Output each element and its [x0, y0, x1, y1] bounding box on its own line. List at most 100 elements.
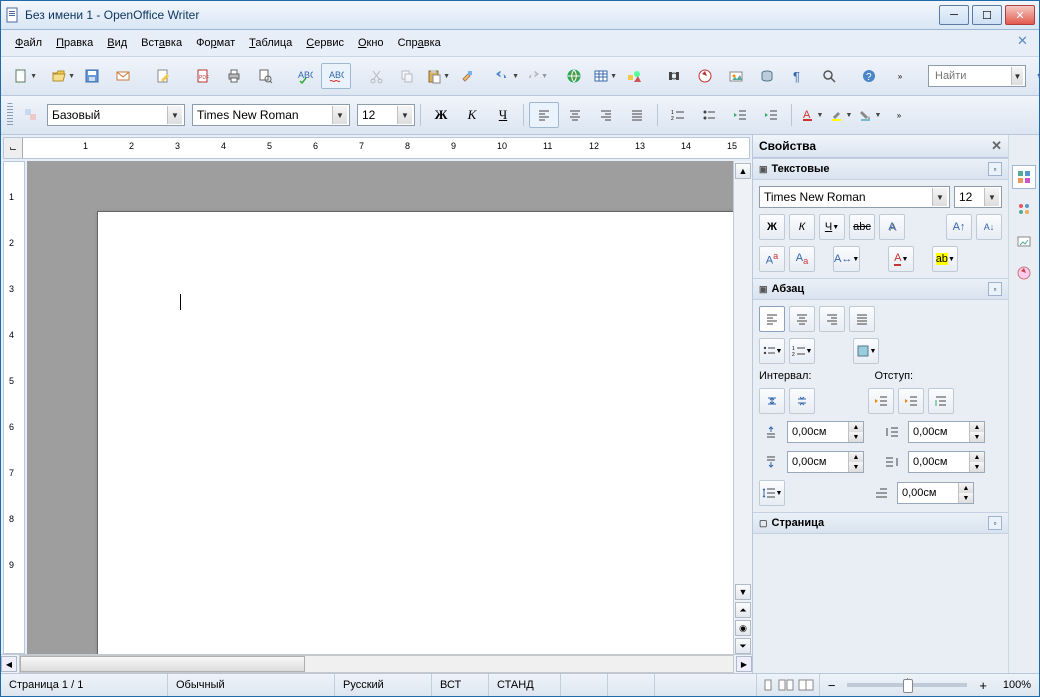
menu-window[interactable]: Окно — [352, 35, 390, 51]
spellcheck-button[interactable]: ABC — [290, 63, 320, 89]
paragraph-style-combo[interactable]: Базовый▼ — [47, 104, 185, 126]
format-paintbrush-button[interactable] — [452, 63, 482, 89]
menu-table[interactable]: Таблица — [243, 35, 298, 51]
status-selection-mode[interactable]: СТАНД — [489, 674, 561, 696]
more-options-icon[interactable]: ▫ — [988, 516, 1002, 530]
sb-align-center-button[interactable] — [789, 306, 815, 332]
indent-first-input[interactable]: ▲▼ — [897, 482, 974, 504]
close-button[interactable]: ✕ — [1005, 5, 1035, 25]
print-preview-button[interactable] — [250, 63, 280, 89]
menu-file[interactable]: Файл — [9, 35, 48, 51]
bullet-list-button[interactable] — [694, 102, 724, 128]
export-pdf-button[interactable]: PDF — [188, 63, 218, 89]
document-close-icon[interactable]: ✕ — [1017, 33, 1031, 47]
section-paragraph[interactable]: ▣ Абзац ▫ — [753, 278, 1008, 300]
zoom-button[interactable] — [814, 63, 844, 89]
sb-superscript-button[interactable]: Aa — [759, 246, 785, 272]
data-sources-button[interactable] — [752, 63, 782, 89]
scroll-down-icon[interactable]: ▼ — [735, 584, 751, 600]
find-next-button[interactable] — [1027, 63, 1040, 89]
sb-numbering-button[interactable]: 12▼ — [789, 338, 815, 364]
sb-font-combo[interactable]: Times New Roman▼ — [759, 186, 950, 208]
more-options-icon[interactable]: ▫ — [988, 282, 1002, 296]
sb-highlight-button[interactable]: ab▼ — [932, 246, 958, 272]
nonprinting-chars-button[interactable]: ¶ — [783, 63, 813, 89]
scroll-up-icon[interactable]: ▲ — [735, 163, 751, 179]
zoom-value[interactable]: 100% — [991, 679, 1031, 691]
section-page[interactable]: ▢ Страница ▫ — [753, 512, 1008, 534]
gallery-tab-icon[interactable] — [1012, 229, 1036, 253]
status-language[interactable]: Русский — [335, 674, 432, 696]
horizontal-scrollbar[interactable]: ◀ ▶ — [1, 654, 752, 673]
zoom-out-icon[interactable]: − — [828, 678, 836, 693]
table-insert-button[interactable]: ▼ — [590, 63, 618, 89]
font-color-button[interactable]: A▼ — [797, 102, 825, 128]
menu-edit[interactable]: Правка — [50, 35, 99, 51]
find-input[interactable] — [933, 69, 1007, 83]
numbered-list-button[interactable]: 12 — [663, 102, 693, 128]
more-options-icon[interactable]: ▫ — [988, 162, 1002, 176]
sb-align-justify-button[interactable] — [849, 306, 875, 332]
gallery-button[interactable] — [721, 63, 751, 89]
toolbar-overflow-icon[interactable]: » — [885, 63, 915, 89]
highlight-color-button[interactable]: ▼ — [826, 102, 854, 128]
collapse-icon[interactable]: ▣ — [759, 164, 768, 175]
sb-hanging-indent-button[interactable] — [928, 388, 954, 414]
status-insert-mode[interactable]: ВСТ — [432, 674, 489, 696]
font-name-combo[interactable]: Times New Roman▼ — [192, 104, 350, 126]
book-view-icon[interactable] — [797, 678, 815, 692]
show-draw-button[interactable] — [619, 63, 649, 89]
sb-bullets-button[interactable]: ▼ — [759, 338, 785, 364]
decrease-indent-button[interactable] — [725, 102, 755, 128]
menu-insert[interactable]: Вставка — [135, 35, 188, 51]
nav-object-icon[interactable]: ◉ — [735, 620, 751, 636]
save-button[interactable] — [77, 63, 107, 89]
paste-button[interactable]: ▼ — [423, 63, 451, 89]
status-page[interactable]: Страница 1 / 1 — [1, 674, 168, 696]
hyperlink-button[interactable] — [559, 63, 589, 89]
minimize-button[interactable]: ─ — [939, 5, 969, 25]
sb-font-color-button[interactable]: A▼ — [888, 246, 914, 272]
menu-format[interactable]: Формат — [190, 35, 241, 51]
navigator-tab-icon[interactable] — [1012, 261, 1036, 285]
line-spacing-button[interactable]: ▼ — [759, 480, 785, 506]
page-viewport[interactable] — [27, 161, 733, 654]
properties-tab-icon[interactable] — [1012, 165, 1036, 189]
zoom-in-icon[interactable]: + — [979, 678, 987, 693]
align-center-button[interactable] — [560, 102, 590, 128]
single-page-icon[interactable] — [761, 678, 775, 692]
sb-bgcolor-button[interactable]: ▼ — [853, 338, 879, 364]
horizontal-ruler[interactable]: ⌙ 123456789101112131415 — [3, 137, 750, 159]
sb-dec-spacing-button[interactable] — [789, 388, 815, 414]
font-size-combo[interactable]: 12▼ — [357, 104, 415, 126]
view-layout-buttons[interactable] — [757, 674, 820, 696]
open-button[interactable]: ▼ — [48, 63, 76, 89]
sb-strike-button[interactable]: abc — [849, 214, 875, 240]
spacing-below-input[interactable]: ▲▼ — [787, 451, 864, 473]
styles-tab-icon[interactable] — [1012, 197, 1036, 221]
increase-indent-button[interactable] — [756, 102, 786, 128]
scroll-thumb[interactable] — [20, 656, 305, 672]
format-overflow-icon[interactable]: » — [884, 102, 914, 128]
sb-align-right-button[interactable] — [819, 306, 845, 332]
sb-size-combo[interactable]: 12▼ — [954, 186, 1002, 208]
indent-right-input[interactable]: ▲▼ — [908, 451, 985, 473]
menu-tools[interactable]: Сервис — [300, 35, 350, 51]
scroll-left-icon[interactable]: ◀ — [1, 656, 17, 672]
sb-grow-font-button[interactable]: A↑ — [946, 214, 972, 240]
edit-file-button[interactable] — [148, 63, 178, 89]
align-left-button[interactable] — [529, 102, 559, 128]
sb-char-spacing-button[interactable]: A↔▼ — [833, 246, 860, 272]
align-right-button[interactable] — [591, 102, 621, 128]
sb-underline-button[interactable]: Ч▼ — [819, 214, 845, 240]
vertical-scrollbar[interactable]: ▲ ▼ ⏶ ◉ ⏷ — [733, 161, 752, 654]
background-color-button[interactable]: ▼ — [855, 102, 883, 128]
email-button[interactable] — [108, 63, 138, 89]
redo-button[interactable]: ▼ — [521, 63, 549, 89]
vertical-ruler[interactable]: 123456789 — [3, 161, 25, 654]
sb-inc-spacing-button[interactable] — [759, 388, 785, 414]
toolbar-grip[interactable] — [7, 103, 13, 127]
cut-button[interactable] — [361, 63, 391, 89]
indent-left-input[interactable]: ▲▼ — [908, 421, 985, 443]
sb-subscript-button[interactable]: Aa — [789, 246, 815, 272]
